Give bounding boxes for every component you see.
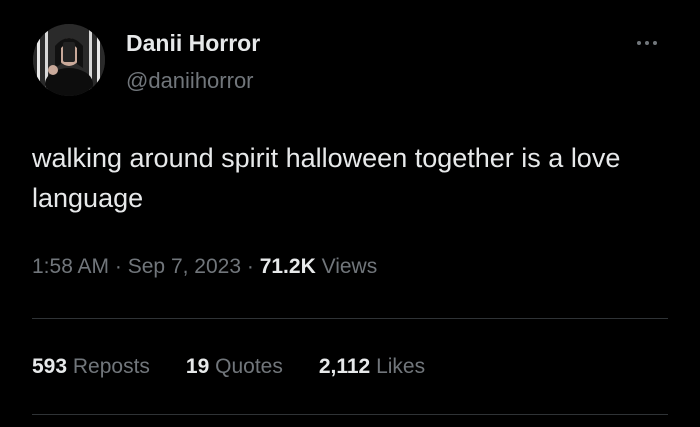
separator-dot: ·: [246, 255, 254, 278]
avatar[interactable]: [33, 24, 105, 96]
divider: [32, 414, 668, 415]
separator-dot: ·: [114, 255, 122, 278]
meta-separator: ·: [247, 255, 260, 278]
views-label: Views: [321, 255, 378, 278]
reposts-count: 593: [32, 355, 73, 378]
tweet-time[interactable]: 1:58 AM: [32, 255, 109, 278]
tweet-card: Danii Horror @daniihorror walking around…: [0, 0, 700, 427]
views-count[interactable]: 71.2K: [260, 255, 322, 278]
likes-stat[interactable]: 2,112 Likes: [319, 355, 425, 379]
reposts-stat[interactable]: 593 Reposts: [32, 355, 150, 379]
user-handle[interactable]: @daniihorror: [126, 68, 254, 94]
more-dot: [645, 41, 649, 45]
likes-label: Likes: [376, 355, 426, 378]
tweet-text: walking around spirit halloween together…: [32, 143, 621, 213]
divider: [32, 318, 668, 319]
meta-separator: ·: [115, 255, 128, 278]
more-dot: [637, 41, 641, 45]
engagement-stats: 593 Reposts 19 Quotes 2,112 Likes: [32, 355, 461, 379]
quotes-count: 19: [185, 355, 216, 378]
tweet-date[interactable]: Sep 7, 2023: [128, 255, 241, 278]
tweet-meta: 1:58 AM · Sep 7, 2023 · 71.2K Views: [32, 255, 377, 279]
display-name[interactable]: Danii Horror: [126, 30, 260, 57]
reposts-label: Reposts: [72, 355, 150, 378]
quotes-stat[interactable]: 19 Quotes: [186, 355, 283, 379]
more-dot: [653, 41, 657, 45]
likes-count: 2,112: [318, 355, 377, 378]
quotes-label: Quotes: [215, 355, 283, 378]
more-horizontal-icon[interactable]: [637, 36, 667, 50]
